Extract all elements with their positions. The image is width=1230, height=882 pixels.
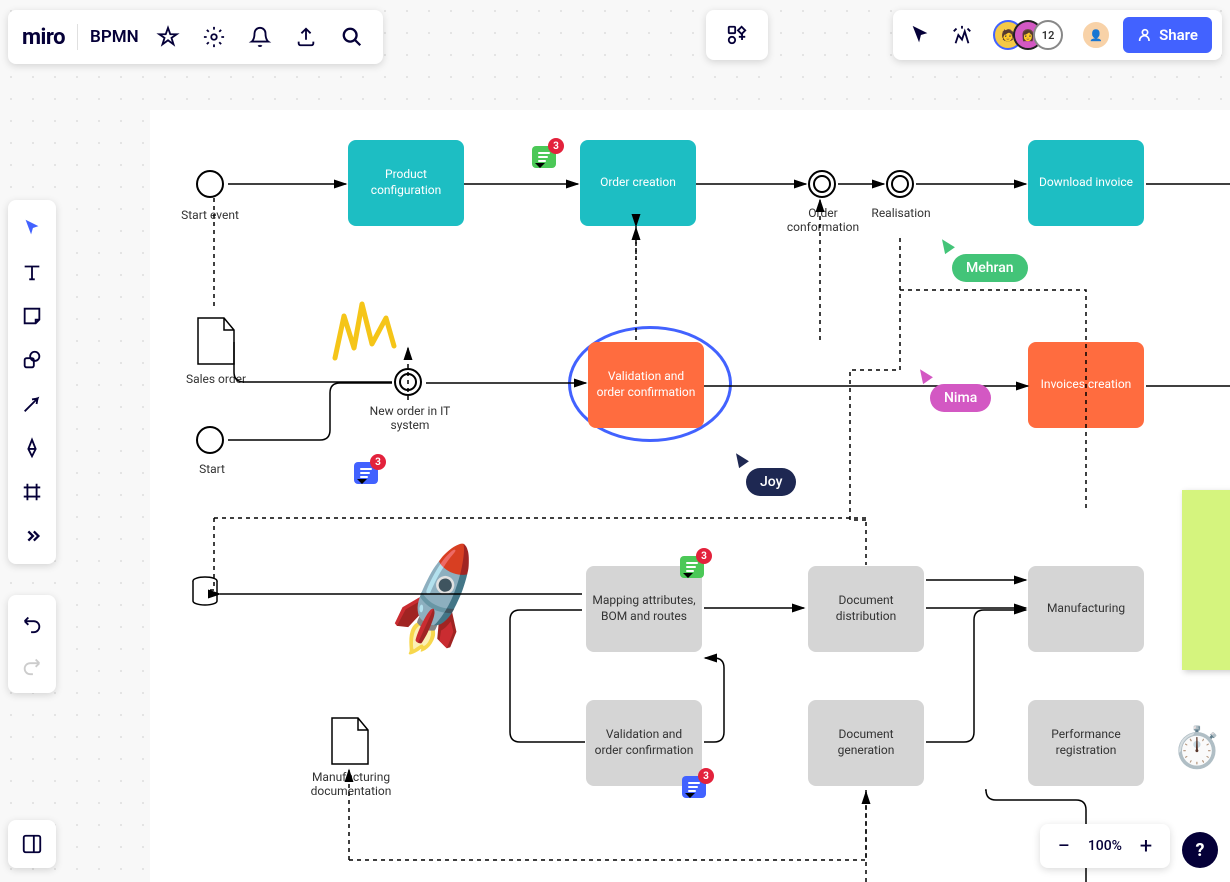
sticky-tool[interactable] [14,298,50,334]
cursor-label: Nima [930,384,991,412]
search-icon[interactable] [335,20,369,54]
settings-icon[interactable] [197,20,231,54]
tools-toolbar [8,200,56,564]
frame-tool[interactable] [14,474,50,510]
task-manufacturing[interactable]: Manufacturing [1028,566,1144,652]
zoom-out-button[interactable]: − [1052,834,1076,858]
comment-icon[interactable]: 3 [680,556,704,578]
undo-button[interactable] [14,605,50,641]
zoom-level[interactable]: 100% [1088,838,1122,854]
realisation-label: Realisation [870,206,932,220]
reactions-icon[interactable] [945,18,979,52]
scribble-annotation [330,296,400,366]
task-order-creation[interactable]: Order creation [580,140,696,226]
stopwatch-emoji[interactable]: ⏱️ [1172,724,1222,771]
collaborator-cursor-nima: Nima [918,368,991,412]
zoom-in-button[interactable]: + [1134,834,1158,858]
intermediate-event[interactable] [808,170,836,198]
arrow-tool[interactable] [14,386,50,422]
minimap-button[interactable] [8,820,56,868]
task-perf-reg[interactable]: Performance registration [1028,700,1144,786]
task-validation2[interactable]: Validation and order confirmation [586,700,702,786]
start-label: Start [194,462,230,476]
sticky-note[interactable] [1182,490,1230,670]
cursor-tool-icon[interactable] [903,18,937,52]
document-shape[interactable] [196,316,236,366]
comment-icon[interactable]: 3 [682,776,706,798]
new-order-it-label: New order in IT system [362,404,458,432]
star-icon[interactable] [151,20,185,54]
select-tool[interactable] [14,210,50,246]
help-button[interactable]: ? [1182,832,1218,868]
start-circle[interactable] [196,426,224,454]
task-doc-dist[interactable]: Document distribution [808,566,924,652]
miro-logo[interactable]: miro [22,25,65,50]
mfg-doc-label: Manufacturing documentation [276,770,426,798]
share-label: Share [1159,26,1198,44]
sales-order-label: Sales order [178,372,254,386]
export-icon[interactable] [289,20,323,54]
text-tool[interactable] [14,254,50,290]
comment-icon[interactable]: 3 [532,146,556,168]
comment-badge: 3 [698,768,714,784]
share-button[interactable]: Share [1123,17,1212,53]
comment-icon[interactable]: 3 [354,462,378,484]
comment-badge: 3 [696,548,712,564]
collaborator-cursor-joy: Joy [734,452,796,496]
start-event-circle[interactable] [196,170,224,198]
canvas[interactable]: Start event Product configuration Order … [150,110,1230,882]
user-avatar[interactable]: 👤 [1081,20,1111,50]
cursor-label: Joy [746,468,796,496]
task-validation-conf[interactable]: Validation and order confirmation [588,342,704,428]
task-doc-gen[interactable]: Document generation [808,700,924,786]
board-name[interactable]: BPMN [90,27,139,47]
database-shape[interactable] [192,576,218,606]
zoom-toolbar: − 100% + [1040,824,1170,868]
start-event-label: Start event [178,208,242,222]
cursor-label: Mehran [952,254,1028,282]
task-invoices-creation[interactable]: Invoices creation [1028,342,1144,428]
comment-badge: 3 [548,138,564,154]
apps-toolbar [706,10,768,60]
order-conf-label: Order conformation [784,206,862,234]
top-right-toolbar: 🧑 👩 12 👤 Share [893,10,1222,60]
collaborator-avatars[interactable]: 🧑 👩 12 [993,20,1063,50]
apps-icon[interactable] [720,18,754,52]
task-product-config[interactable]: Product configuration [348,140,464,226]
document-shape[interactable] [330,716,370,766]
notifications-icon[interactable] [243,20,277,54]
rocket-emoji[interactable]: 🚀 [370,537,504,667]
task-download-invoice[interactable]: Download invoice [1028,140,1144,226]
pen-tool[interactable] [14,430,50,466]
intermediate-event[interactable] [886,170,914,198]
collaborator-cursor-mehran: Mehran [940,238,1028,282]
undo-redo-toolbar [8,595,56,693]
top-left-toolbar: miro BPMN [8,10,383,64]
redo-button[interactable] [14,647,50,683]
comment-badge: 3 [370,454,386,470]
more-tools[interactable] [14,518,50,554]
intermediate-event[interactable] [394,368,422,396]
shapes-tool[interactable] [14,342,50,378]
avatar-count[interactable]: 12 [1033,20,1063,50]
